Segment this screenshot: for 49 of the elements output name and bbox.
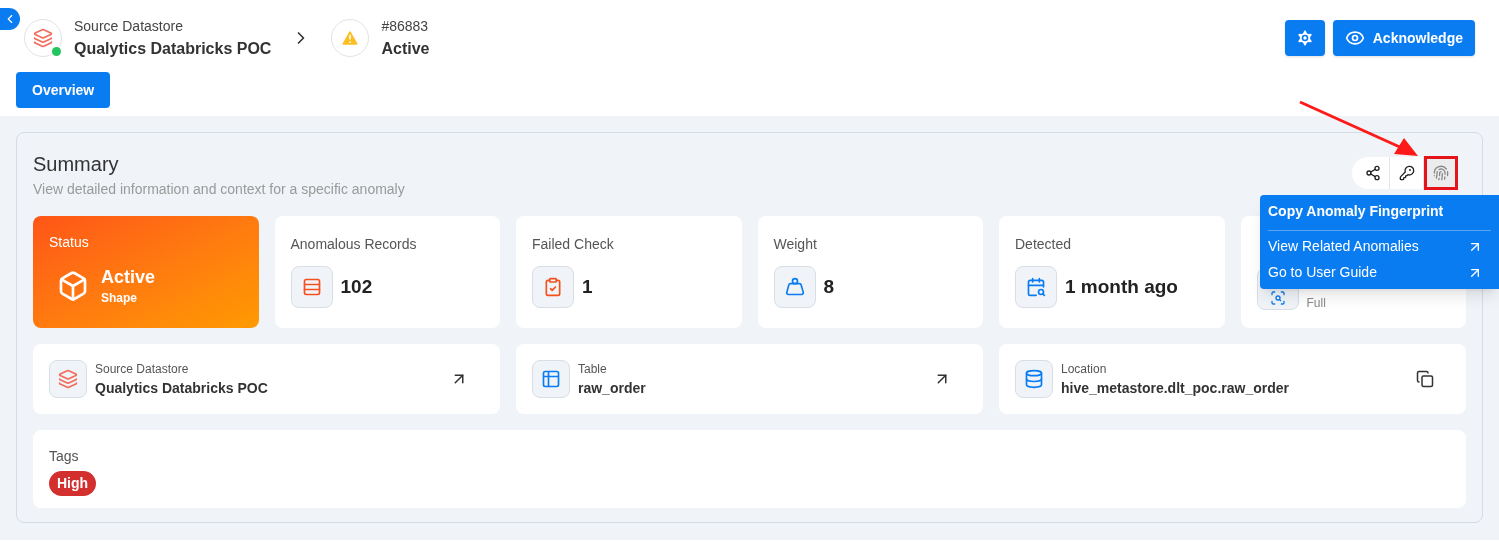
rows-icon <box>301 277 322 297</box>
card-label: Weight <box>773 235 818 254</box>
weight-icon <box>784 277 805 297</box>
summary-title: Summary <box>33 152 120 177</box>
card-label: Status <box>49 233 90 252</box>
status-type: Shape <box>101 290 138 307</box>
breadcrumb-label: Source Datastore <box>74 16 184 36</box>
share-icon <box>1364 165 1381 181</box>
database-icon <box>1024 369 1044 389</box>
card-label: Detected <box>1015 235 1073 254</box>
eye-icon <box>1344 28 1365 48</box>
stat-value: 102 <box>340 274 373 299</box>
stat-value: 8 <box>823 274 835 299</box>
stat-value: 1 month ago <box>1065 274 1178 299</box>
anomaly-id: #86883 <box>381 16 430 36</box>
card-label: Failed Check <box>532 235 615 254</box>
table-icon <box>541 369 561 389</box>
layers-icon <box>58 369 78 389</box>
detail-label: Table <box>578 360 608 378</box>
menu-item[interactable]: View Related Anomalies <box>1268 236 1491 257</box>
scan-search-icon <box>1269 290 1286 306</box>
fingerprint-icon <box>1433 165 1449 181</box>
copy-icon[interactable] <box>1416 370 1434 388</box>
tab[interactable]: Overview <box>16 72 111 108</box>
detail-value: raw_order <box>578 378 647 398</box>
box-icon <box>57 270 89 302</box>
settings-button[interactable] <box>1284 20 1325 56</box>
warning-icon <box>340 28 361 48</box>
stat-value: 1 <box>582 274 593 299</box>
calendar-search-icon <box>1026 277 1046 297</box>
key-icon <box>1398 165 1415 181</box>
summary-subtitle: View detailed information and context for a specific anomaly <box>33 180 405 199</box>
detail-value: hive_metastore.dlt_poc.raw_order <box>1061 378 1290 398</box>
collapse-button[interactable] <box>0 8 20 30</box>
fingerprint-button[interactable] <box>1424 156 1458 190</box>
detail-label: Source Datastore <box>95 360 190 378</box>
stat-subtext: Full <box>1306 295 1326 312</box>
card-label: Anomalous Records <box>290 235 418 254</box>
detail-value: Qualytics Databricks POC <box>95 378 269 398</box>
anomaly-status: Active <box>381 38 430 59</box>
menu-item[interactable]: Go to User Guide <box>1268 262 1491 283</box>
tag: High <box>49 471 97 496</box>
layers-icon <box>33 28 53 48</box>
detail-label: Location <box>1061 360 1108 378</box>
acknowledge-button[interactable]: Acknowledge <box>1332 20 1475 56</box>
status-value: Active <box>101 266 156 289</box>
tags-label: Tags <box>49 447 80 466</box>
breadcrumb-title[interactable]: Qualytics Databricks POC <box>74 36 272 61</box>
checklist-icon <box>543 277 563 297</box>
